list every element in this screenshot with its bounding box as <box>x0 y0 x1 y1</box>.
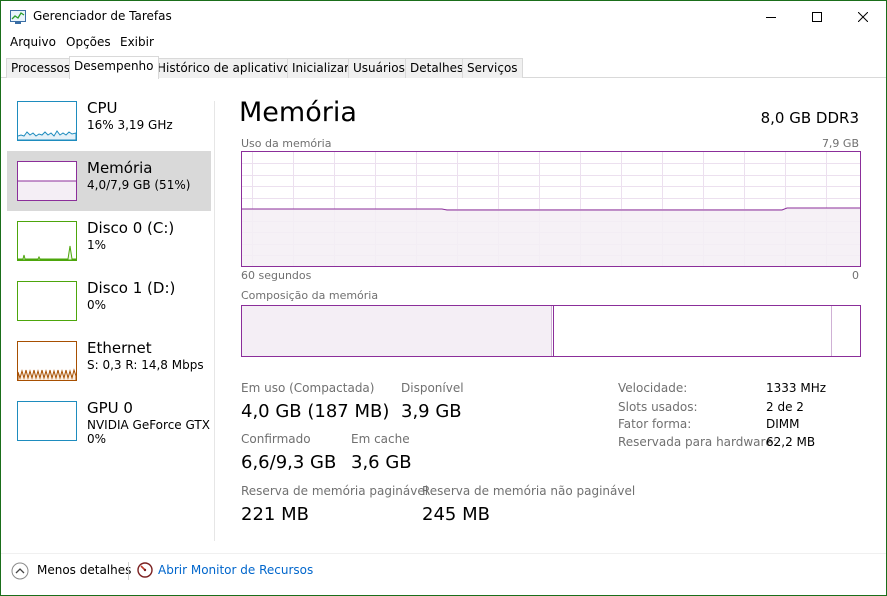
memory-composition-svg <box>242 306 832 356</box>
menu-bar: Arquivo Opções Exibir <box>1 33 886 53</box>
sidebar-item-disk1[interactable]: Disco 1 (D:) 0% <box>7 271 211 331</box>
available-label: Disponível <box>401 381 464 395</box>
tab-usuarios[interactable]: Usuários <box>348 58 410 78</box>
maximize-button[interactable] <box>794 1 840 33</box>
footer-bar: Menos detalhes Abrir Monitor de Recursos <box>1 553 886 595</box>
page-title: Memória <box>239 97 357 128</box>
slots-value: 2 de 2 <box>766 400 804 414</box>
slots-label: Slots usados: <box>618 400 698 414</box>
usage-graph-label: Uso da memória <box>241 137 332 150</box>
tab-bar: Processos Desempenho Histórico de aplica… <box>1 56 886 79</box>
tab-desempenho[interactable]: Desempenho <box>69 56 159 79</box>
resource-monitor-icon[interactable] <box>137 562 153 578</box>
sidebar-item-cpu[interactable]: CPU 16% 3,19 GHz <box>7 91 211 151</box>
sidebar-divider <box>214 101 215 541</box>
composition-label: Composição da memória <box>241 289 379 302</box>
sidebar-disk1-detail: 0% <box>87 298 107 312</box>
sidebar-disk0-name: Disco 0 (C:) <box>87 219 175 237</box>
cached-value: 3,6 GB <box>351 452 412 473</box>
sidebar-gpu-detail2: 0% <box>87 432 107 446</box>
memory-spec: 8,0 GB DDR3 <box>760 109 859 127</box>
form-factor-label: Fator forma: <box>618 417 692 431</box>
paged-pool-value: 221 MB <box>241 504 309 525</box>
committed-label: Confirmado <box>241 432 311 446</box>
tab-detalhes[interactable]: Detalhes <box>405 58 469 78</box>
sidebar-ethernet-name: Ethernet <box>87 339 152 357</box>
ethernet-thumbnail-graph <box>17 341 77 381</box>
task-manager-icon <box>10 10 26 24</box>
menu-exibir[interactable]: Exibir <box>120 35 154 49</box>
time-axis-left: 60 segundos <box>241 269 312 282</box>
committed-value: 6,6/9,3 GB <box>241 452 337 473</box>
sidebar-cpu-detail: 16% 3,19 GHz <box>87 118 173 132</box>
sidebar-item-ethernet[interactable]: Ethernet S: 0,3 R: 14,8 Mbps <box>7 331 211 391</box>
form-factor-value: DIMM <box>766 417 800 431</box>
memory-usage-svg <box>242 152 860 266</box>
sidebar-disk1-name: Disco 1 (D:) <box>87 279 176 297</box>
window-title: Gerenciador de Tarefas <box>33 9 172 23</box>
nonpaged-pool-value: 245 MB <box>422 504 490 525</box>
open-resource-monitor-link[interactable]: Abrir Monitor de Recursos <box>158 563 313 577</box>
sidebar-item-disk0[interactable]: Disco 0 (C:) 1% <box>7 211 211 271</box>
sidebar-memory-name: Memória <box>87 159 153 177</box>
disk0-thumbnail-graph <box>17 221 77 261</box>
sidebar-item-memory[interactable]: Memória 4,0/7,9 GB (51%) <box>7 151 211 211</box>
cached-label: Em cache <box>351 432 410 446</box>
sidebar-item-gpu[interactable]: GPU 0 NVIDIA GeForce GTX 106 0% <box>7 391 211 451</box>
gpu-thumbnail-graph <box>17 401 77 441</box>
speed-label: Velocidade: <box>618 381 688 395</box>
tab-inicializar[interactable]: Inicializar <box>287 58 355 78</box>
close-button[interactable] <box>840 1 886 33</box>
available-value: 3,9 GB <box>401 401 462 422</box>
memory-composition-bar <box>241 305 861 357</box>
tab-servicos[interactable]: Serviços <box>462 58 523 78</box>
minimize-icon <box>766 17 776 18</box>
tab-historico[interactable]: Histórico de aplicativos <box>152 58 302 78</box>
composition-in-use <box>242 306 552 356</box>
time-axis-right: 0 <box>852 269 859 282</box>
in-use-label: Em uso (Compactada) <box>241 381 375 395</box>
in-use-value: 4,0 GB (187 MB) <box>241 401 390 422</box>
title-bar[interactable]: Gerenciador de Tarefas <box>1 1 886 33</box>
memory-usage-graph <box>241 151 861 267</box>
disk1-thumbnail-graph <box>17 281 77 321</box>
sidebar-gpu-detail: NVIDIA GeForce GTX 106 <box>87 418 211 432</box>
paged-pool-label: Reserva de memória paginável <box>241 484 429 498</box>
maximize-icon <box>812 12 822 22</box>
close-icon <box>858 12 868 22</box>
task-manager-window: Gerenciador de Tarefas Arquivo Opções Ex… <box>0 0 887 596</box>
sidebar-gpu-name: GPU 0 <box>87 399 133 417</box>
sidebar-memory-detail: 4,0/7,9 GB (51%) <box>87 178 191 192</box>
menu-arquivo[interactable]: Arquivo <box>10 35 56 49</box>
collapse-chevron-icon[interactable] <box>11 562 29 580</box>
usage-graph-max: 7,9 GB <box>821 137 859 150</box>
menu-opcoes[interactable]: Opções <box>66 35 111 49</box>
performance-sidebar: CPU 16% 3,19 GHz Memória 4,0/7,9 GB (51%… <box>1 79 215 545</box>
tab-processos[interactable]: Processos <box>6 58 76 78</box>
cpu-thumbnail-graph <box>17 101 77 141</box>
minimize-button[interactable] <box>748 1 794 33</box>
less-details-link[interactable]: Menos detalhes <box>37 563 131 577</box>
speed-value: 1333 MHz <box>766 381 827 395</box>
hardware-reserved-value: 62,2 MB <box>766 435 816 449</box>
memory-thumbnail-graph <box>17 161 77 201</box>
hardware-reserved-label: Reservada para hardware: <box>618 435 777 449</box>
footer-separator <box>128 562 129 580</box>
sidebar-ethernet-detail: S: 0,3 R: 14,8 Mbps <box>87 358 204 372</box>
nonpaged-pool-label: Reserva de memória não paginável <box>422 484 636 498</box>
sidebar-cpu-name: CPU <box>87 99 118 117</box>
sidebar-disk0-detail: 1% <box>87 238 107 252</box>
